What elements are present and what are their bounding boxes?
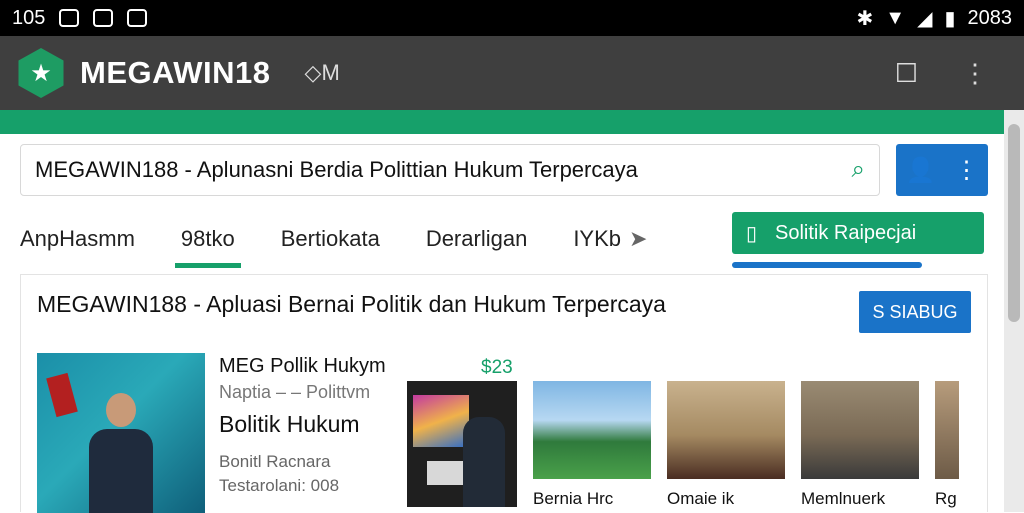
thumbnail-caption: Bernia Hrc — [533, 489, 614, 508]
gallery-icon — [93, 9, 114, 27]
status-bar: 105 ✱ ▼ ◢ ▮ 2083 — [0, 0, 1024, 36]
card-action-button[interactable]: S SIABUG — [859, 291, 971, 333]
app-subtitle: ◇M — [304, 60, 340, 85]
thumbnail-item[interactable]: Rg — [935, 381, 959, 509]
news-thumbnail-1[interactable] — [407, 381, 517, 507]
thumbnail-caption: Omaie ik — [667, 489, 735, 508]
more-vertical-icon: ⋮ — [954, 156, 979, 184]
accent-strip — [0, 110, 1004, 134]
news-card: MEGAWIN188 - Apluasi Bernai Politik dan … — [20, 274, 989, 513]
hero-image[interactable] — [37, 353, 205, 513]
thumbnail-item[interactable]: Omaie ik — [667, 381, 785, 509]
signal-icon: ◢ — [917, 7, 933, 30]
news-headline[interactable]: MEG Pollik Hukym — [219, 355, 399, 378]
tab-4[interactable]: Derarligan — [426, 210, 528, 268]
search-text: MEGAWIN188 - Aplunasni Berdia Polittian … — [35, 157, 638, 182]
scrollbar-thumb[interactable] — [1008, 124, 1020, 322]
thumbnail-image — [935, 381, 959, 479]
news-meta-2: Testarolani: 008 — [219, 476, 340, 495]
thumbnail-item[interactable]: Memlnuerk — [801, 381, 919, 509]
price-label: $23 — [481, 357, 513, 378]
tab-5[interactable]: IYKb ➤ — [573, 210, 647, 268]
message-icon — [127, 9, 148, 27]
tab-2-active[interactable]: 98tko — [174, 210, 241, 268]
main-content: MEGAWIN188 - Aplunasni Berdia Polittian … — [0, 134, 1004, 513]
document-icon: ▯ — [746, 222, 758, 245]
bluetooth-icon: ✱ — [856, 7, 874, 30]
status-right-text: 2083 — [967, 6, 1013, 29]
thumbnail-row: Bernia Hrc Omaie ik Memlnuerk Rg — [533, 381, 989, 509]
cta-underline — [732, 262, 922, 268]
person-figure — [89, 393, 153, 513]
thumbnail-caption: Rg — [935, 489, 957, 508]
bookmark-icon[interactable]: ☐ — [895, 58, 918, 89]
search-icon[interactable]: ⌕ — [852, 156, 865, 184]
thumbnail-item[interactable]: Bernia Hrc — [533, 381, 651, 509]
user-menu-button[interactable]: 👤 ⋮ — [896, 144, 988, 196]
search-input[interactable]: MEGAWIN188 - Aplunasni Berdia Polittian … — [20, 144, 880, 196]
tab-1[interactable]: AnpHasmm — [20, 210, 135, 268]
tab-3[interactable]: Bertiokata — [281, 210, 380, 268]
user-icon: 👤 — [905, 156, 936, 184]
thumbnail-image — [801, 381, 919, 479]
camera-icon — [59, 9, 80, 27]
cta-label: Solitik Raipecjai — [775, 221, 917, 244]
more-vertical-icon[interactable]: ⋮ — [962, 58, 988, 89]
card-title: MEGAWIN188 - Apluasi Bernai Politik dan … — [37, 291, 666, 317]
news-meta-1: Bonitl Racnara — [219, 452, 331, 471]
tab-bar: AnpHasmm 98tko Bertiokata Derarligan IYK… — [20, 210, 1000, 268]
status-time: 105 — [12, 6, 46, 29]
search-row: MEGAWIN188 - Aplunasni Berdia Polittian … — [20, 144, 990, 196]
thumbnail-image — [533, 381, 651, 479]
app-title: MEGAWIN18 — [80, 55, 271, 90]
battery-icon: ▮ — [944, 7, 956, 30]
arrow-right-icon: ➤ — [629, 226, 648, 251]
wifi-icon: ▼ — [885, 6, 906, 29]
news-text: MEG Pollik Hukym Naptia – – Polittvm Bol… — [219, 355, 399, 496]
app-bar: ★ MEGAWIN18 ◇M ☐ ⋮ — [0, 36, 1024, 110]
thumbnail-caption: Memlnuerk — [801, 489, 886, 508]
news-sub: Naptia – – Polittvm — [219, 382, 371, 402]
flag-shape — [46, 372, 78, 418]
tab-5-label: IYKb — [573, 226, 622, 251]
thumbnail-image — [667, 381, 785, 479]
cta-button[interactable]: ▯ Solitik Raipecjai — [732, 212, 984, 254]
news-big-title[interactable]: Bolitik Hukum — [219, 411, 399, 438]
star-logo-icon[interactable]: ★ — [18, 48, 64, 98]
